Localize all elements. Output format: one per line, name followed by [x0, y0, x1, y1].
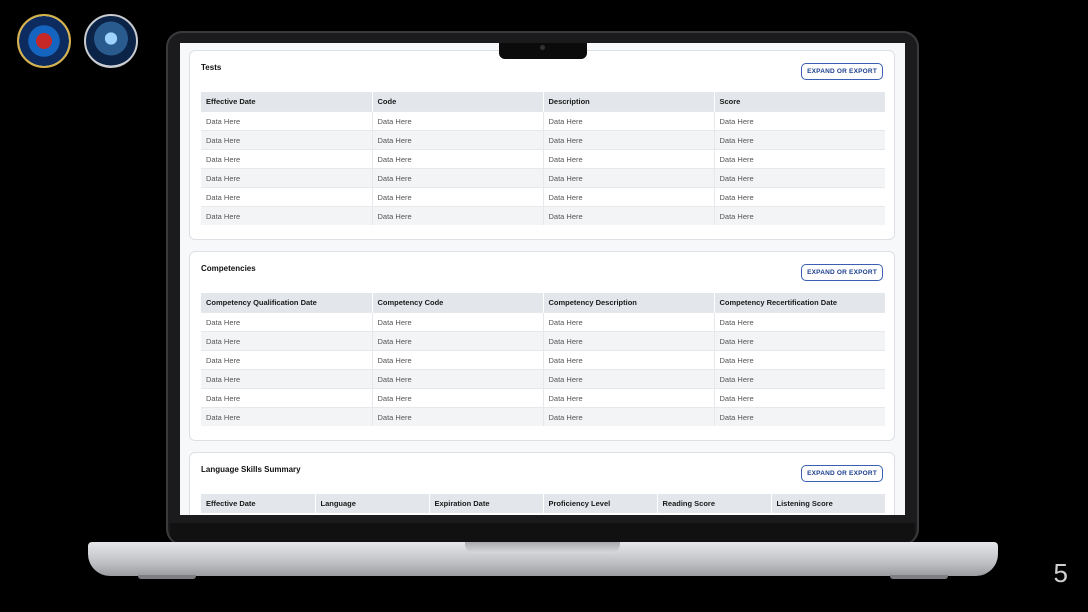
table-cell: Data Here — [201, 312, 373, 332]
table-cell: Data Here — [714, 130, 885, 150]
table-cell: Data Here — [714, 206, 885, 225]
table-cell: Data Here — [543, 206, 715, 225]
table-cell: Data Here — [714, 388, 885, 408]
table-cell: Data Here — [714, 187, 885, 207]
table-cell: Data Here — [372, 206, 544, 225]
table-row[interactable]: Data Here Data Here Data Here Data Here — [201, 312, 885, 332]
column-header[interactable]: Competency Description — [543, 293, 715, 313]
column-header[interactable]: Proficiency Level — [543, 494, 658, 513]
table-row[interactable]: Data Here Data Here Data Here Data Here — [201, 206, 885, 225]
table-row[interactable]: Data Here Data Here Data Here Data Here — [201, 149, 885, 169]
column-header[interactable]: Competency Recertification Date — [714, 293, 885, 313]
language-skills-title: Language Skills Summary — [201, 465, 301, 474]
tests-export-button[interactable]: EXPAND OR EXPORT — [801, 63, 883, 80]
table-cell: Data Here — [372, 369, 544, 389]
column-header[interactable]: Competency Code — [372, 293, 544, 313]
language-skills-table: Effective Date Language Expiration Date … — [201, 494, 885, 513]
table-cell: Data Here — [543, 149, 715, 169]
table-cell: Data Here — [543, 388, 715, 408]
laptop-opening-groove — [465, 542, 620, 553]
table-row[interactable]: Data Here Data Here Data Here Data Here — [201, 130, 885, 150]
table-cell: Data Here — [543, 111, 715, 131]
table-cell: Data Here — [714, 369, 885, 389]
laptop-foot — [138, 575, 196, 579]
column-header[interactable]: Description — [543, 92, 715, 112]
table-cell: Data Here — [372, 407, 544, 426]
table-cell: Data Here — [372, 350, 544, 370]
competencies-export-button[interactable]: EXPAND OR EXPORT — [801, 264, 883, 281]
table-row[interactable]: Data Here Data Here Data Here Data Here — [201, 388, 885, 408]
camera-icon — [540, 45, 545, 50]
table-cell: Data Here — [543, 369, 715, 389]
table-cell: Data Here — [372, 331, 544, 351]
tests-title: Tests — [201, 63, 222, 72]
table-cell: Data Here — [543, 130, 715, 150]
column-header[interactable]: Competency Qualification Date — [201, 293, 373, 313]
competencies-table: Competency Qualification Date Competency… — [201, 293, 885, 426]
table-row[interactable]: Data Here Data Here Data Here Data Here — [201, 168, 885, 188]
column-header[interactable]: Language — [315, 494, 430, 513]
table-row[interactable]: Data Here Data Here Data Here Data Here — [201, 407, 885, 426]
tests-card: Tests EXPAND OR EXPORT Effective Date Co… — [189, 50, 895, 240]
table-cell: Data Here — [372, 187, 544, 207]
table-cell: Data Here — [714, 111, 885, 131]
laptop-foot — [890, 575, 948, 579]
column-header[interactable]: Effective Date — [201, 494, 316, 513]
table-cell: Data Here — [372, 130, 544, 150]
table-cell: Data Here — [201, 168, 373, 188]
table-cell: Data Here — [201, 130, 373, 150]
language-skills-card: Language Skills Summary EXPAND OR EXPORT… — [189, 452, 895, 515]
table-cell: Data Here — [543, 312, 715, 332]
table-cell: Data Here — [714, 350, 885, 370]
table-row[interactable]: Data Here Data Here Data Here Data Here — [201, 331, 885, 351]
column-header[interactable]: Code — [372, 92, 544, 112]
table-cell: Data Here — [372, 388, 544, 408]
data-analytics-seal-logo — [84, 14, 138, 68]
laptop-chin — [170, 523, 915, 543]
column-header[interactable]: Expiration Date — [429, 494, 544, 513]
table-row[interactable]: Data Here Data Here Data Here Data Here — [201, 187, 885, 207]
table-cell: Data Here — [201, 331, 373, 351]
table-cell: Data Here — [201, 350, 373, 370]
table-cell: Data Here — [201, 407, 373, 426]
laptop-screen: Tests EXPAND OR EXPORT Effective Date Co… — [180, 43, 905, 515]
page-number: 5 — [1053, 558, 1068, 588]
table-row[interactable]: Data Here Data Here Data Here Data Here — [201, 350, 885, 370]
table-cell: Data Here — [372, 149, 544, 169]
language-skills-export-button[interactable]: EXPAND OR EXPORT — [801, 465, 883, 482]
table-cell: Data Here — [201, 187, 373, 207]
table-cell: Data Here — [372, 312, 544, 332]
column-header[interactable]: Reading Score — [657, 494, 772, 513]
table-row[interactable]: Data Here Data Here Data Here Data Here — [201, 369, 885, 389]
table-cell: Data Here — [201, 111, 373, 131]
tests-table: Effective Date Code Description Score Da… — [201, 92, 885, 225]
table-cell: Data Here — [201, 206, 373, 225]
table-cell: Data Here — [714, 331, 885, 351]
table-cell: Data Here — [714, 407, 885, 426]
table-cell: Data Here — [543, 168, 715, 188]
table-cell: Data Here — [201, 388, 373, 408]
competencies-title: Competencies — [201, 264, 256, 273]
table-cell: Data Here — [201, 149, 373, 169]
table-row[interactable]: Data Here Data Here Data Here Data Here — [201, 111, 885, 131]
command-seal-logo — [17, 14, 71, 68]
table-cell: Data Here — [372, 168, 544, 188]
table-cell: Data Here — [543, 187, 715, 207]
competencies-card: Competencies EXPAND OR EXPORT Competency… — [189, 251, 895, 441]
table-cell: Data Here — [714, 312, 885, 332]
table-cell: Data Here — [543, 407, 715, 426]
column-header[interactable]: Listening Score — [771, 494, 885, 513]
table-cell: Data Here — [714, 149, 885, 169]
table-cell: Data Here — [201, 369, 373, 389]
table-cell: Data Here — [543, 331, 715, 351]
column-header[interactable]: Score — [714, 92, 885, 112]
table-cell: Data Here — [372, 111, 544, 131]
table-cell: Data Here — [714, 168, 885, 188]
table-cell: Data Here — [543, 350, 715, 370]
column-header[interactable]: Effective Date — [201, 92, 373, 112]
